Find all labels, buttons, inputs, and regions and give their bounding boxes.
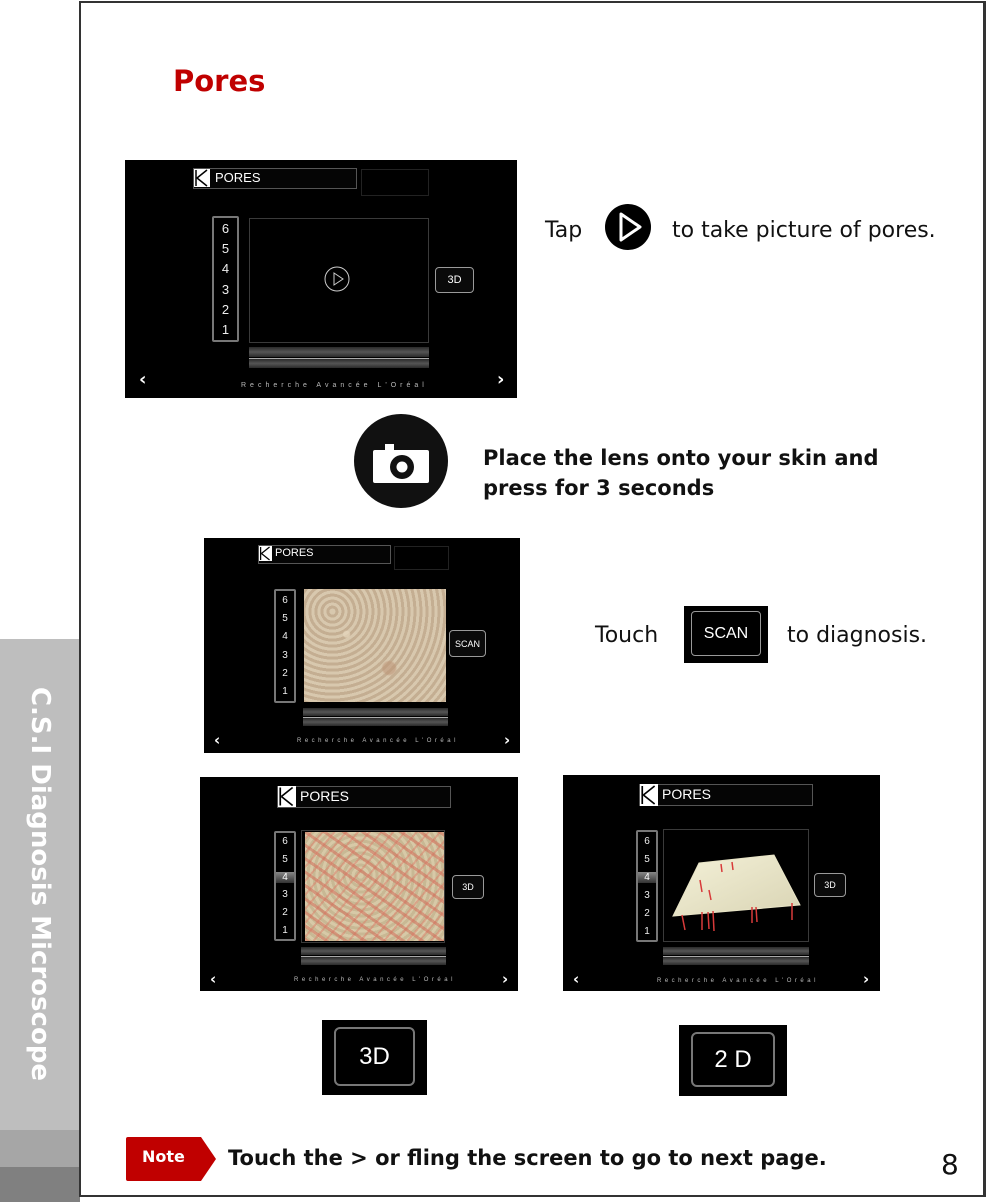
level-item[interactable]: 5 xyxy=(276,613,294,624)
level-item[interactable]: 3 xyxy=(214,282,237,297)
device-header-title: PORES xyxy=(275,547,314,559)
page-title: Pores xyxy=(173,64,266,98)
3d-button[interactable]: 3D xyxy=(435,267,474,293)
next-arrow-icon[interactable]: › xyxy=(502,970,508,988)
level-item[interactable]: 4 xyxy=(276,631,294,642)
step2-line1: Place the lens onto your skin and xyxy=(483,446,879,470)
pore-map-2d-image xyxy=(305,832,444,941)
device-footer-text: Recherche Avancée L'Oréal xyxy=(294,977,456,983)
sidebar-tab: C.S.I Diagnosis Microscope xyxy=(0,639,80,1130)
3d-toggle-illustration: 3D xyxy=(322,1020,427,1095)
level-item[interactable]: 6 xyxy=(214,221,237,236)
pore-map-3d-surface xyxy=(672,854,801,932)
progress-bar xyxy=(301,957,446,965)
level-scale[interactable]: 6 5 4 3 2 1 xyxy=(274,831,296,941)
level-item[interactable]: 5 xyxy=(214,241,237,256)
camera-viewport xyxy=(249,218,429,343)
progress-bar xyxy=(663,947,809,955)
note-message: Touch the > or fling the screen to go to… xyxy=(228,1146,827,1170)
sidebar-tab-label: C.S.I Diagnosis Microscope xyxy=(25,686,55,1082)
next-arrow-icon[interactable]: › xyxy=(497,369,504,390)
level-item[interactable]: 3 xyxy=(276,889,294,900)
level-item[interactable]: 6 xyxy=(276,836,294,847)
level-item[interactable]: 1 xyxy=(214,322,237,337)
level-item[interactable]: 4 xyxy=(214,261,237,276)
brand-logo-icon xyxy=(259,546,272,561)
device-header-box xyxy=(361,169,429,196)
device-screenshot-result-3d: PORES 6 5 4 3 2 1 3D ‹ Recherche Avancée… xyxy=(563,775,880,991)
progress-bar xyxy=(301,947,446,955)
next-arrow-icon[interactable]: › xyxy=(504,731,510,749)
step1-prefix: Tap xyxy=(545,218,583,243)
skin-image xyxy=(304,589,446,702)
sidebar-band xyxy=(0,1167,80,1202)
device-header-box xyxy=(394,546,449,570)
step1-suffix: to take picture of pores. xyxy=(672,218,936,243)
progress-bar xyxy=(663,957,809,965)
level-item[interactable]: 1 xyxy=(638,926,656,937)
scan-label: SCAN xyxy=(691,611,761,656)
level-item[interactable]: 2 xyxy=(638,908,656,919)
brand-logo-icon xyxy=(278,786,296,807)
level-item[interactable]: 2 xyxy=(276,668,294,679)
step2-line2: press for 3 seconds xyxy=(483,476,715,500)
prev-arrow-icon[interactable]: ‹ xyxy=(210,970,216,988)
level-item[interactable]: 1 xyxy=(276,686,294,697)
brand-logo-icon xyxy=(640,784,658,806)
level-item[interactable]: 5 xyxy=(638,854,656,865)
device-footer-text: Recherche Avancée L'Oréal xyxy=(657,978,819,984)
sidebar-band xyxy=(0,1130,80,1167)
level-item-selected[interactable]: 4 xyxy=(276,871,294,883)
3d-button[interactable]: 3D xyxy=(814,873,846,897)
page-number: 8 xyxy=(941,1148,959,1181)
device-screenshot-scan: PORES 6 5 4 3 2 1 SCAN ‹ Recherche Avanc… xyxy=(204,538,520,753)
progress-bar xyxy=(249,359,429,368)
level-item[interactable]: 2 xyxy=(214,302,237,317)
camera-icon xyxy=(354,414,448,508)
level-scale[interactable]: 6 5 4 3 2 1 xyxy=(274,589,296,703)
level-item-selected[interactable]: 4 xyxy=(638,871,656,883)
level-item[interactable]: 6 xyxy=(638,836,656,847)
level-scale[interactable]: 6 5 4 3 2 1 xyxy=(212,216,239,342)
device-screenshot-result-2d: PORES 6 5 4 3 2 1 3D ‹ Recherche Avancée… xyxy=(200,777,518,991)
play-icon xyxy=(605,204,651,250)
progress-bar xyxy=(249,347,429,357)
prev-arrow-icon[interactable]: ‹ xyxy=(573,970,579,988)
2d-label: 2 D xyxy=(691,1032,775,1087)
device-header-title: PORES xyxy=(300,788,350,804)
level-scale[interactable]: 6 5 4 3 2 1 xyxy=(636,830,658,942)
prev-arrow-icon[interactable]: ‹ xyxy=(214,731,220,749)
device-header-title: PORES xyxy=(662,786,712,802)
3d-button[interactable]: 3D xyxy=(452,875,484,899)
scan-button[interactable]: SCAN xyxy=(449,630,486,657)
device-header-title: PORES xyxy=(215,170,261,185)
step3-prefix: Touch xyxy=(595,623,659,648)
step2-instruction: Place the lens onto your skin and press … xyxy=(483,443,878,503)
3d-label: 3D xyxy=(334,1027,415,1086)
level-item[interactable]: 5 xyxy=(276,854,294,865)
viewport-frame xyxy=(663,829,809,942)
capture-play-icon[interactable] xyxy=(323,265,351,293)
level-item[interactable]: 1 xyxy=(276,925,294,936)
level-item[interactable]: 6 xyxy=(276,595,294,606)
level-item[interactable]: 3 xyxy=(638,890,656,901)
brand-logo-icon xyxy=(194,169,210,187)
2d-toggle-illustration: 2 D xyxy=(679,1025,787,1096)
progress-bar xyxy=(303,708,448,716)
progress-bar xyxy=(303,718,448,726)
next-arrow-icon[interactable]: › xyxy=(863,970,869,988)
note-badge-label: Note xyxy=(142,1147,185,1166)
scan-button-illustration: SCAN xyxy=(684,606,768,663)
device-footer-text: Recherche Avancée L'Oréal xyxy=(241,382,428,389)
level-item[interactable]: 2 xyxy=(276,907,294,918)
device-footer-text: Recherche Avancée L'Oréal xyxy=(297,738,459,744)
level-item[interactable]: 3 xyxy=(276,650,294,661)
prev-arrow-icon[interactable]: ‹ xyxy=(139,369,146,390)
device-screenshot-capture: PORES 6 5 4 3 2 1 3D ‹ Recherche Avancée… xyxy=(125,160,517,398)
step3-suffix: to diagnosis. xyxy=(787,623,928,648)
